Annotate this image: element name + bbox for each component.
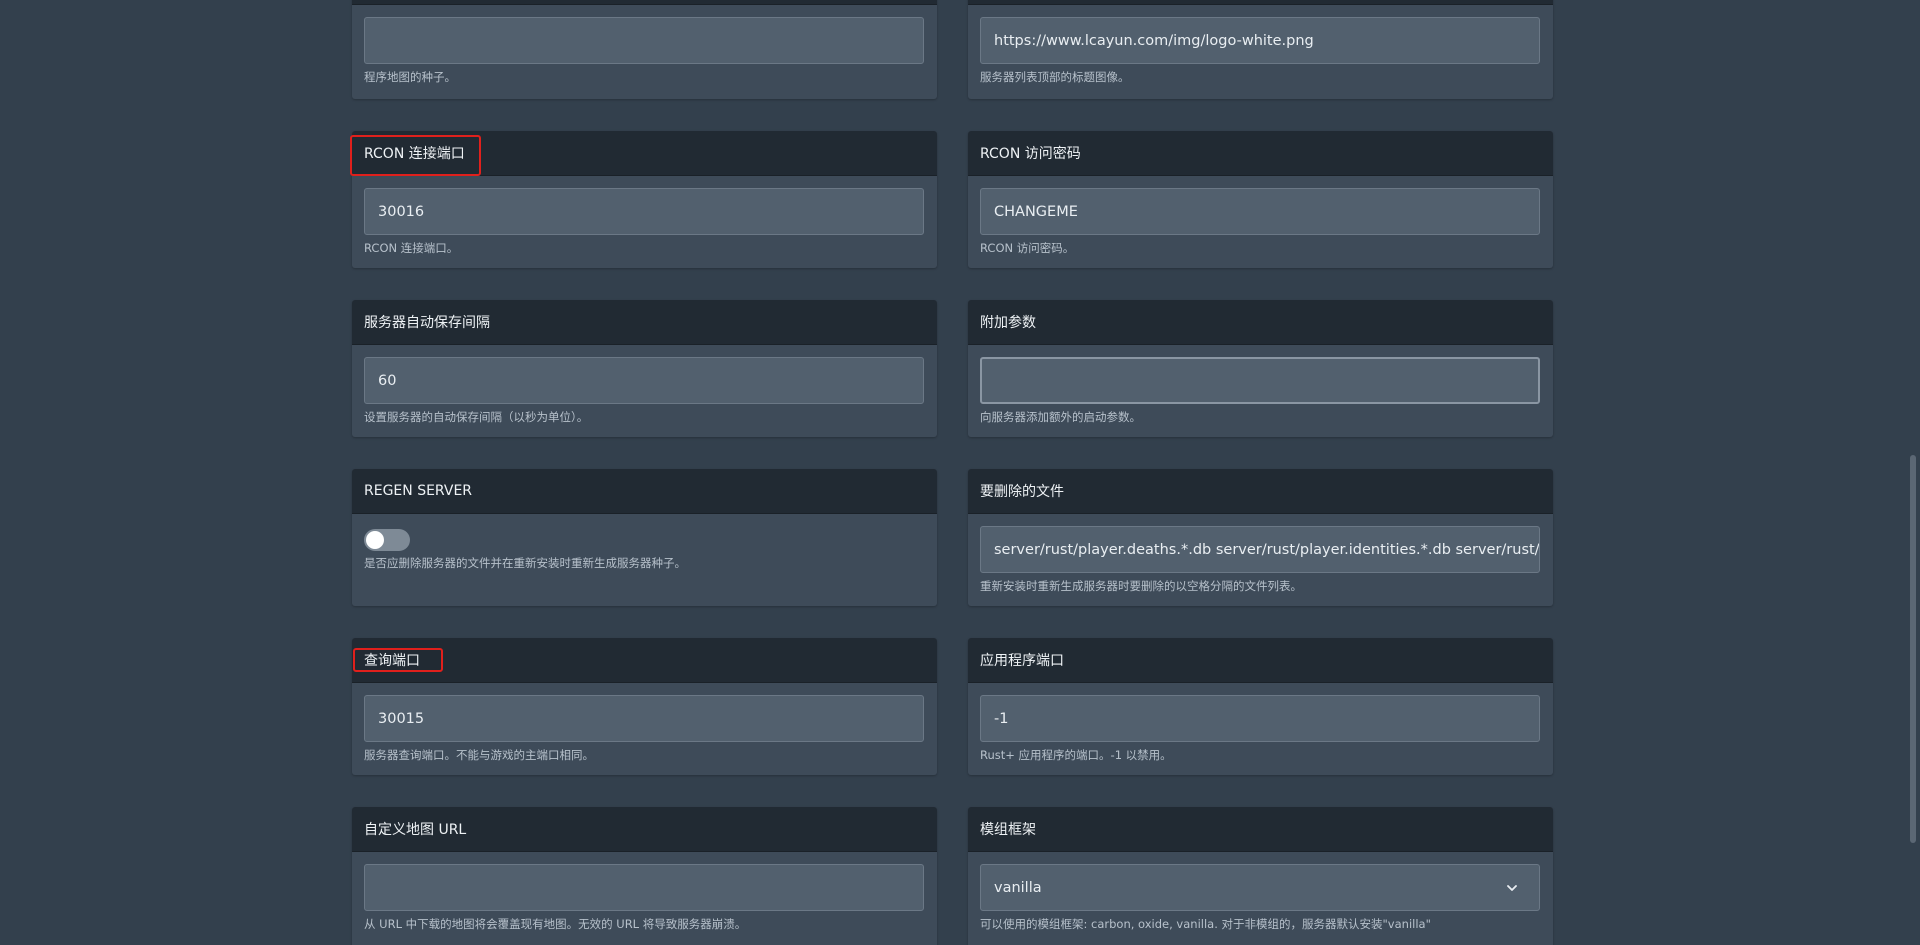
custom-map-help: 从 URL 中下载的地图将会覆盖现有地图。无效的 URL 将导致服务器崩溃。 (364, 917, 747, 931)
rcon-password-help: RCON 访问密码。 (980, 241, 1075, 255)
mod-framework-help: 可以使用的模组框架: carbon, oxide, vanilla. 对于非模组… (980, 917, 1431, 931)
chevron-down-icon (1507, 885, 1517, 891)
app-port-help: Rust+ 应用程序的端口。-1 以禁用。 (980, 748, 1172, 762)
rcon-port-input[interactable]: 30016 (364, 188, 924, 235)
regen-server-header: REGEN SERVER (352, 469, 937, 514)
regen-server-help: 是否应删除服务器的文件并在重新安装时重新生成服务器种子。 (364, 556, 686, 570)
header-image-help: 服务器列表顶部的标题图像。 (980, 70, 1130, 84)
app-port-card: 应用程序端口 -1 Rust+ 应用程序的端口。-1 以禁用。 (968, 638, 1553, 775)
rcon-port-help: RCON 连接端口。 (364, 241, 459, 255)
custom-map-header: 自定义地图 URL (352, 807, 937, 852)
autosave-card: 服务器自动保存间隔 60 设置服务器的自动保存间隔（以秒为单位）。 (352, 300, 937, 437)
mod-framework-selected: vanilla (994, 879, 1042, 896)
page-scrollbar[interactable] (1910, 455, 1916, 843)
regen-server-title: REGEN SERVER (364, 483, 473, 499)
seed-card: 程序地图的种子。 (352, 0, 937, 99)
rcon-password-header: RCON 访问密码 (968, 131, 1553, 176)
extra-args-help: 向服务器添加额外的启动参数。 (980, 410, 1141, 424)
toggle-knob (366, 531, 384, 549)
seed-card-header (352, 0, 937, 5)
autosave-title: 服务器自动保存间隔 (364, 315, 490, 331)
autosave-header: 服务器自动保存间隔 (352, 300, 937, 345)
header-image-card: https://www.lcayun.com/img/logo-white.pn… (968, 0, 1553, 99)
rcon-password-input[interactable]: CHANGEME (980, 188, 1540, 235)
header-image-card-header (968, 0, 1553, 5)
autosave-help: 设置服务器的自动保存间隔（以秒为单位）。 (364, 410, 589, 424)
custom-map-card: 自定义地图 URL 从 URL 中下载的地图将会覆盖现有地图。无效的 URL 将… (352, 807, 937, 945)
app-port-title: 应用程序端口 (980, 653, 1064, 669)
app-port-header: 应用程序端口 (968, 638, 1553, 683)
autosave-input[interactable]: 60 (364, 357, 924, 404)
mod-framework-card: 模组框架 vanilla 可以使用的模组框架: carbon, oxide, v… (968, 807, 1553, 945)
custom-map-title: 自定义地图 URL (364, 822, 467, 838)
files-to-delete-header: 要删除的文件 (968, 469, 1553, 514)
seed-help: 程序地图的种子。 (364, 70, 456, 84)
extra-args-input[interactable] (980, 357, 1540, 404)
mod-framework-select[interactable]: vanilla (980, 864, 1540, 911)
settings-page: 程序地图的种子。 https://www.lcayun.com/img/logo… (0, 0, 1920, 945)
header-image-input[interactable]: https://www.lcayun.com/img/logo-white.pn… (980, 17, 1540, 64)
extra-args-card: 附加参数 向服务器添加额外的启动参数。 (968, 300, 1553, 437)
mod-framework-header: 模组框架 (968, 807, 1553, 852)
seed-input[interactable] (364, 17, 924, 64)
query-port-help: 服务器查询端口。不能与游戏的主端口相同。 (364, 748, 594, 762)
extra-args-header: 附加参数 (968, 300, 1553, 345)
files-to-delete-help: 重新安装时重新生成服务器时要删除的以空格分隔的文件列表。 (980, 579, 1302, 593)
regen-server-card: REGEN SERVER 是否应删除服务器的文件并在重新安装时重新生成服务器种子… (352, 469, 937, 606)
files-to-delete-input[interactable]: server/rust/player.deaths.*.db server/ru… (980, 526, 1540, 573)
regen-server-toggle[interactable] (364, 529, 410, 551)
rcon-port-highlight (350, 135, 481, 176)
files-to-delete-title: 要删除的文件 (980, 484, 1064, 500)
files-to-delete-card: 要删除的文件 server/rust/player.deaths.*.db se… (968, 469, 1553, 606)
query-port-highlight (353, 648, 443, 672)
custom-map-input[interactable] (364, 864, 924, 911)
mod-framework-title: 模组框架 (980, 822, 1036, 838)
app-port-input[interactable]: -1 (980, 695, 1540, 742)
query-port-input[interactable]: 30015 (364, 695, 924, 742)
extra-args-title: 附加参数 (980, 315, 1036, 331)
rcon-password-title: RCON 访问密码 (980, 146, 1081, 162)
rcon-password-card: RCON 访问密码 CHANGEME RCON 访问密码。 (968, 131, 1553, 268)
